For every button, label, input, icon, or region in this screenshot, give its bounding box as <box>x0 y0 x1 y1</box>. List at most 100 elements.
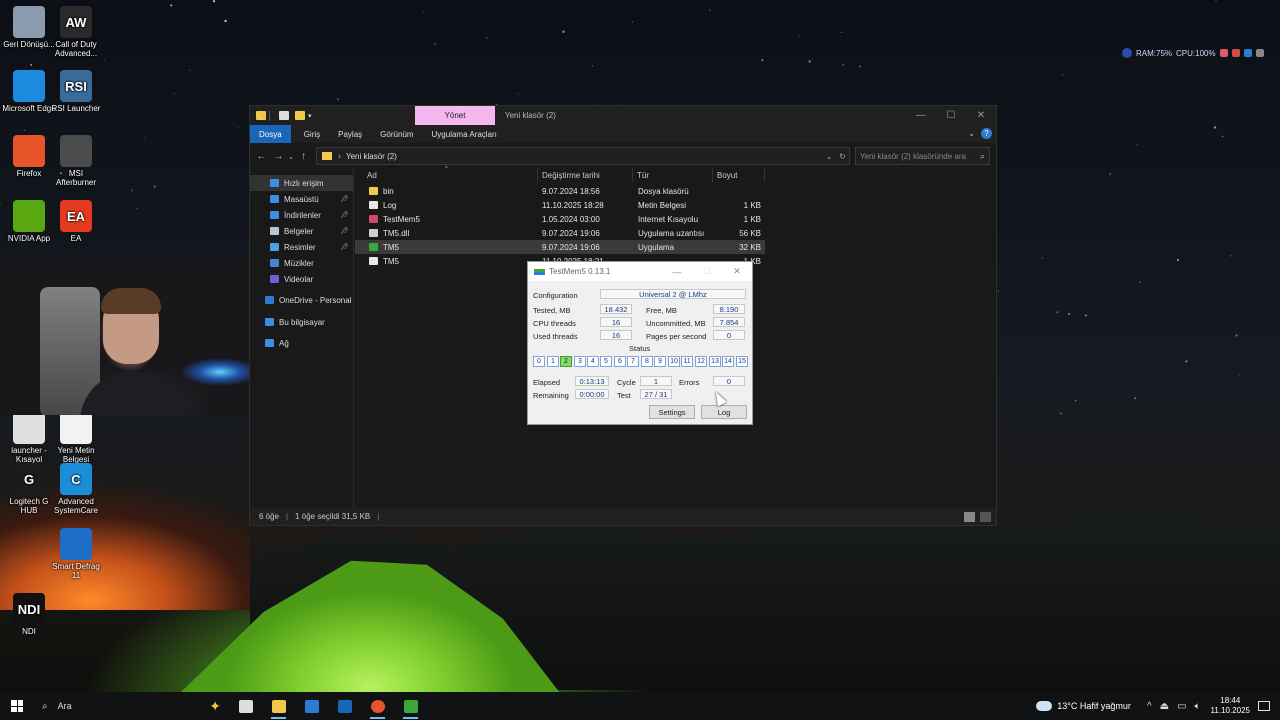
column-date[interactable]: Değiştirme tarihi <box>537 168 633 182</box>
status-cell: 4 <box>587 356 599 367</box>
status-label: Status <box>629 344 651 353</box>
nav-item[interactable]: Resimler 📌︎ <box>250 239 353 255</box>
minimize-button[interactable]: — <box>906 106 936 125</box>
manage-tab[interactable]: Yönet <box>415 106 495 125</box>
file-name-cell: TM5 <box>369 254 399 268</box>
file-row[interactable]: TM5.dll 9.07.2024 19:06 Uygulama uzantısı 5… <box>355 226 765 240</box>
desktop-icon-label: Logitech G HUB <box>9 497 49 515</box>
maximize-button[interactable]: ☐ <box>936 106 966 125</box>
settings-button[interactable]: Settings <box>649 405 695 419</box>
nav-item[interactable]: Masaüstü 📌︎ <box>250 191 353 207</box>
nav-item[interactable]: OneDrive - Personal <box>250 292 353 308</box>
usb-icon[interactable]: ⏏ <box>1160 701 1169 712</box>
up-arrow-icon[interactable]: ↑ <box>295 151 312 162</box>
tab-file[interactable]: Dosya <box>250 125 291 143</box>
refresh-icon[interactable]: ↻ <box>839 152 846 161</box>
desktop-icon-nvidia[interactable]: NVIDIA App <box>2 200 56 243</box>
nav-item[interactable]: Müzikler <box>250 255 353 271</box>
start-button[interactable] <box>0 692 34 720</box>
back-arrow-icon[interactable]: ← <box>253 151 270 162</box>
taskbar-app-testmem5[interactable] <box>394 692 427 720</box>
star <box>189 69 191 71</box>
desktop-icon-logitech-ghub[interactable]: G Logitech G HUB <box>2 463 56 515</box>
star <box>591 65 594 67</box>
star <box>30 63 33 66</box>
taskbar-app-firefox[interactable] <box>361 692 394 720</box>
taskbar-app-file-explorer[interactable] <box>262 692 295 720</box>
large-icons-view-icon[interactable] <box>980 511 991 522</box>
desktop-icon-label: EA <box>70 234 82 243</box>
show-hidden-icons[interactable]: ^ <box>1147 701 1152 712</box>
column-type[interactable]: Tür <box>633 168 713 182</box>
desktop-icon-call-of-duty[interactable]: AW Call of Duty Advanced... <box>49 6 103 58</box>
desktop-icon-rsi-launcher[interactable]: RSI RSI Launcher <box>49 70 103 113</box>
address-input[interactable]: › Yeni klasör (2) ⌄ ↻ <box>316 147 850 165</box>
taskbar-search[interactable]: ⌕ Ara ✦ <box>34 692 229 720</box>
chevron-down-icon[interactable]: ⌄ <box>826 152 833 161</box>
desktop-icon-msi-afterburner[interactable]: MSI Afterburner <box>49 135 103 187</box>
tab-home[interactable]: Giriş <box>295 125 329 143</box>
nav-item[interactable]: Videolar <box>250 271 353 287</box>
column-size[interactable]: Boyut <box>713 168 765 182</box>
taskbar-app-task-view[interactable] <box>229 692 262 720</box>
uncommitted-label: Uncommitted, MB <box>646 319 706 328</box>
properties-icon[interactable] <box>279 111 289 120</box>
star <box>1056 311 1059 313</box>
file-type: Uygulama <box>638 242 675 252</box>
nav-item[interactable]: İndirilenler 📌︎ <box>250 207 353 223</box>
search-icon: ⌕ <box>979 150 985 161</box>
desktop-icon-edge[interactable]: Microsoft Edge <box>2 70 56 113</box>
expand-ribbon-icon[interactable]: ⌄ <box>968 129 975 138</box>
rsi-launcher-icon: RSI <box>60 70 92 102</box>
tab-app-tools[interactable]: Uygulama Araçları <box>423 125 506 143</box>
desktop-icon-advanced-systemcare[interactable]: C Advanced SystemCare <box>49 463 103 515</box>
file-row[interactable]: bin 9.07.2024 18:56 Dosya klasörü <box>355 184 765 198</box>
nav-item[interactable]: Hızlı erişim <box>250 175 353 191</box>
details-view-icon[interactable] <box>964 511 975 522</box>
tab-share[interactable]: Paylaş <box>329 125 371 143</box>
recent-locations-icon[interactable]: ⌄ <box>287 153 295 161</box>
help-icon[interactable]: ? <box>981 128 992 139</box>
breadcrumb[interactable]: Yeni klasör (2) <box>346 152 397 161</box>
pin-icon: 📌︎ <box>340 196 349 203</box>
close-button[interactable]: ✕ <box>966 106 996 125</box>
search-input[interactable]: Yeni klasör (2) klasöründe ara ⌕ <box>855 147 990 165</box>
desktop-icon-smart-defrag[interactable]: Smart Defrag 11 <box>49 528 103 580</box>
star <box>1235 334 1238 337</box>
network-icon[interactable]: ▭ <box>1177 701 1186 712</box>
new-folder-icon[interactable] <box>295 111 305 120</box>
nav-item[interactable]: Bu bilgisayar <box>250 314 353 330</box>
column-name[interactable]: Ad <box>363 168 538 182</box>
star <box>131 189 134 192</box>
log-button[interactable]: Log <box>701 405 747 419</box>
volume-icon[interactable]: 🔈︎ <box>1195 701 1201 712</box>
desktop-icon-text-document[interactable]: Yeni Metin Belgesi <box>49 412 103 464</box>
elapsed-value: 0:13:13 <box>575 376 609 386</box>
desktop-icon-ea[interactable]: EA EA <box>49 200 103 243</box>
clock[interactable]: 18:44 11.10.2025 <box>1211 696 1250 716</box>
nav-item[interactable]: Ağ <box>250 335 353 351</box>
customize-toolbar-icon[interactable]: ▾ <box>308 112 312 120</box>
ndi-icon: NDI <box>13 593 45 625</box>
desktop-icon-ndi[interactable]: NDI NDI <box>2 593 56 636</box>
taskbar-app-microsoft-store[interactable] <box>295 692 328 720</box>
tm5-minimize-button[interactable]: — <box>662 262 692 281</box>
tm5-close-button[interactable]: ✕ <box>722 262 752 281</box>
desktop-icon-firefox[interactable]: Firefox <box>2 135 56 178</box>
star <box>238 127 239 129</box>
weather-widget[interactable]: 13°C Hafif yağmur <box>1036 701 1131 711</box>
config-value[interactable]: Universal 2 @ LMhz <box>600 289 746 299</box>
file-row[interactable]: Log 11.10.2025 18:28 Metin Belgesi 1 KB <box>355 198 765 212</box>
nav-item[interactable]: Belgeler 📌︎ <box>250 223 353 239</box>
taskbar-app-outlook[interactable] <box>328 692 361 720</box>
file-row[interactable]: TM5 9.07.2024 19:06 Uygulama 32 KB <box>355 240 765 254</box>
status-cell: 2 <box>560 356 572 367</box>
forward-arrow-icon[interactable]: → <box>270 151 287 162</box>
star <box>1238 374 1240 376</box>
desktop-icon-recycle-bin[interactable]: Geri Dönüşü... <box>2 6 56 49</box>
tab-view[interactable]: Görünüm <box>371 125 422 143</box>
notification-icon[interactable] <box>1258 701 1270 711</box>
desktop-icon-launcher-shortcut[interactable]: launcher - Kısayol <box>2 412 56 464</box>
file-row[interactable]: TestMem5 1.05.2024 03:00 Internet Kısayolu… <box>355 212 765 226</box>
tm5-maximize-button[interactable]: ☐ <box>692 262 722 281</box>
